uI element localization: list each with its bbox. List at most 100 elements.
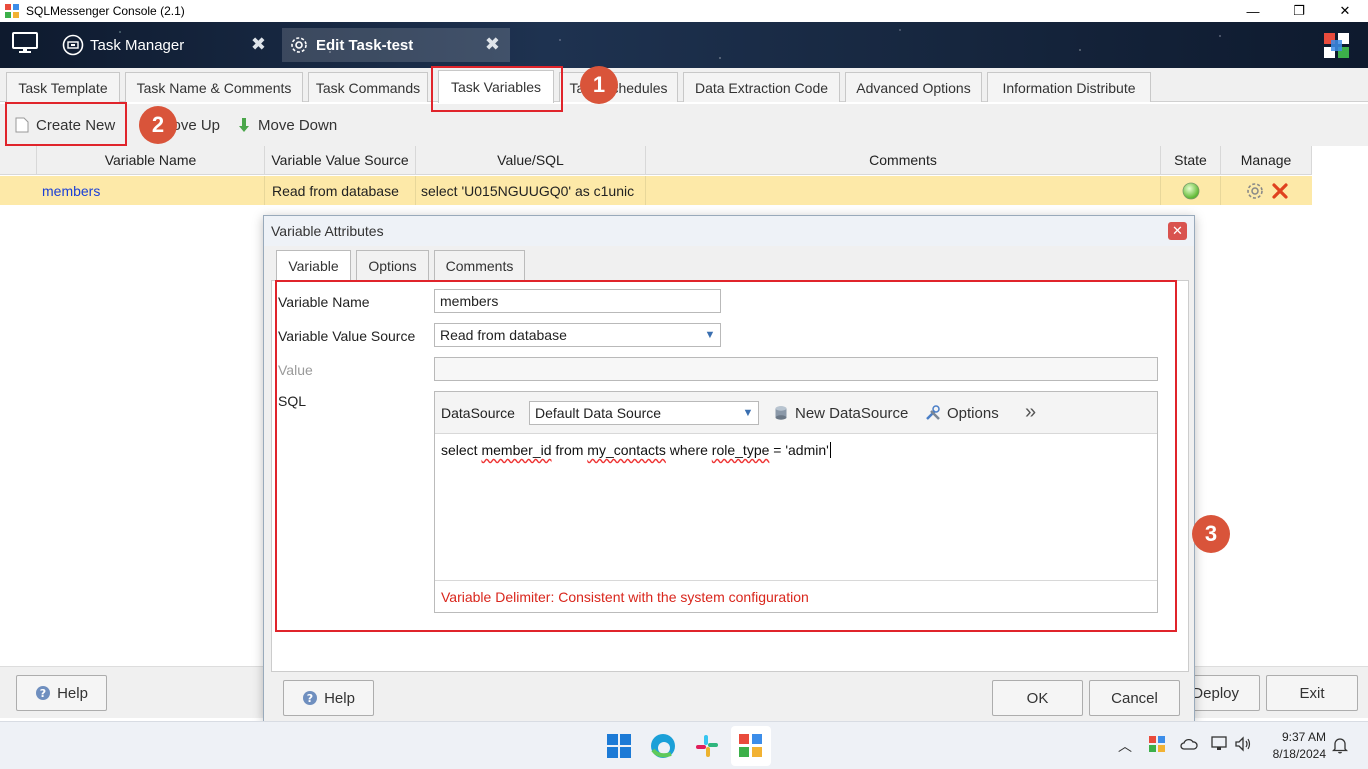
- title-bar: SQLMessenger Console (2.1) — ❐ ✕: [0, 0, 1368, 22]
- variable-name-input[interactable]: members: [434, 289, 721, 313]
- sql-text-part: member_id: [481, 442, 552, 458]
- sql-text-part: from: [551, 442, 588, 458]
- dialog-tab-options[interactable]: Options: [356, 250, 429, 281]
- edge-icon[interactable]: [649, 732, 677, 760]
- slack-icon[interactable]: [693, 732, 721, 760]
- datasource-select[interactable]: Default Data Source ▼: [529, 401, 759, 425]
- tools-icon: [926, 405, 940, 420]
- create-new-button[interactable]: Create New: [14, 112, 115, 138]
- more-chevron-icon[interactable]: »: [1025, 399, 1036, 425]
- help-icon: ?: [36, 686, 51, 700]
- chevron-down-icon: ▼: [704, 329, 716, 341]
- main-help-button[interactable]: ? Help: [16, 675, 107, 711]
- tray-app-icon[interactable]: [1148, 735, 1166, 753]
- row-number-header: [0, 146, 37, 175]
- tab-task-manager[interactable]: Task Manager ✖: [56, 28, 276, 62]
- datasource-label: DataSource: [441, 405, 515, 421]
- column-header-comments[interactable]: Comments: [646, 146, 1161, 175]
- clock-time: 9:37 AM: [1281, 730, 1326, 744]
- tab-task-name-comments[interactable]: Task Name & Comments: [125, 72, 303, 102]
- tab-task-commands[interactable]: Task Commands: [308, 72, 428, 102]
- value-label: Value: [278, 362, 313, 378]
- datasource-value: Default Data Source: [535, 405, 662, 421]
- cell-state: [1161, 176, 1221, 205]
- text-cursor: [829, 442, 831, 458]
- window-title: SQLMessenger Console (2.1): [26, 4, 185, 18]
- svg-text:?: ?: [40, 687, 46, 700]
- tab-advanced-options[interactable]: Advanced Options: [845, 72, 982, 102]
- dialog-help-button[interactable]: ? Help: [283, 680, 374, 716]
- tab-information-distribute[interactable]: Information Distribute: [987, 72, 1151, 102]
- tab-edit-task-label: Edit Task-test: [316, 36, 414, 54]
- close-icon[interactable]: ✖: [251, 34, 266, 55]
- cell-variable-name[interactable]: members: [37, 176, 265, 205]
- main-help-label: Help: [57, 684, 88, 702]
- network-icon[interactable]: [1210, 736, 1228, 752]
- value-source-value: Read from database: [440, 327, 567, 343]
- help-icon: ?: [303, 691, 318, 705]
- windows-start-icon[interactable]: [605, 732, 633, 760]
- dialog-button-bar: ? Help OK Cancel: [264, 672, 1194, 722]
- cell-value-sql[interactable]: select 'U015NGUUGQ0' as c1unic: [416, 176, 646, 205]
- cloud-icon[interactable]: [1180, 737, 1198, 751]
- close-window-button[interactable]: ✕: [1322, 0, 1368, 22]
- move-down-label: Move Down: [258, 116, 338, 134]
- sql-options-button[interactable]: Options: [925, 400, 999, 426]
- notification-bell-icon[interactable]: [1332, 736, 1348, 754]
- column-header-state[interactable]: State: [1161, 146, 1221, 175]
- status-green-icon: [1182, 182, 1199, 199]
- dialog-title: Variable Attributes: [264, 216, 1194, 246]
- column-header-value-source[interactable]: Variable Value Source: [265, 146, 416, 175]
- cancel-button[interactable]: Cancel: [1089, 680, 1180, 716]
- cell-value-source[interactable]: Read from database: [265, 176, 416, 205]
- sql-text-area[interactable]: select member_id from my_contacts where …: [441, 442, 831, 458]
- settings-gear-icon[interactable]: [1245, 181, 1265, 201]
- clock[interactable]: 9:37 AM 8/18/2024: [1273, 729, 1326, 763]
- dialog-close-button[interactable]: ✕: [1168, 222, 1187, 240]
- sql-text-part: my_contacts: [587, 442, 666, 458]
- windows-taskbar: ︿ 9:37 AM 8/18/2024: [0, 721, 1368, 769]
- gear-icon: [291, 37, 307, 53]
- maximize-button[interactable]: ❐: [1276, 0, 1322, 22]
- value-input[interactable]: [434, 357, 1158, 381]
- column-header-variable-name[interactable]: Variable Name: [37, 146, 265, 175]
- svg-text:?: ?: [307, 692, 313, 705]
- minimize-button[interactable]: —: [1230, 0, 1276, 22]
- clock-date: 8/18/2024: [1272, 747, 1326, 761]
- sql-text-part: role_type: [711, 442, 770, 458]
- ok-button[interactable]: OK: [992, 680, 1083, 716]
- arrow-down-icon: [239, 118, 249, 132]
- delete-x-icon[interactable]: [1271, 182, 1289, 200]
- annotation-badge-2: 2: [139, 106, 177, 144]
- cell-comments[interactable]: [646, 176, 1161, 205]
- annotation-badge-1: 1: [580, 66, 618, 104]
- tab-task-template[interactable]: Task Template: [6, 72, 120, 102]
- sql-text-part: where: [665, 442, 712, 458]
- volume-icon[interactable]: [1234, 736, 1252, 752]
- sql-label: SQL: [278, 393, 307, 409]
- table-row[interactable]: members Read from database select 'U015N…: [0, 176, 1312, 205]
- app-icon: [5, 4, 19, 18]
- move-down-button[interactable]: Move Down: [236, 112, 337, 138]
- tab-task-variables[interactable]: Task Variables: [438, 70, 554, 103]
- cell-manage: [1221, 176, 1312, 205]
- dialog-tab-comments[interactable]: Comments: [434, 250, 525, 281]
- database-icon: [775, 406, 787, 420]
- variable-name-label: Variable Name: [278, 294, 370, 310]
- value-source-select[interactable]: Read from database ▼: [434, 323, 721, 347]
- column-header-manage[interactable]: Manage: [1221, 146, 1312, 175]
- tab-edit-task[interactable]: Edit Task-test ✖: [282, 28, 510, 62]
- monitor-icon[interactable]: [12, 32, 38, 54]
- sql-editor-box: DataSource Default Data Source ▼ New Dat…: [434, 391, 1158, 613]
- column-header-value-sql[interactable]: Value/SQL: [416, 146, 646, 175]
- taskbar-active-app[interactable]: [731, 726, 771, 766]
- close-icon[interactable]: ✖: [485, 34, 500, 55]
- dialog-tab-variable[interactable]: Variable: [276, 250, 351, 281]
- tab-task-schedules[interactable]: Task Schedules: [559, 72, 678, 102]
- new-datasource-button[interactable]: New DataSource: [773, 400, 908, 426]
- sqlmessenger-icon: [739, 734, 762, 757]
- show-hidden-icons[interactable]: ︿: [1118, 736, 1132, 756]
- sql-toolbar: DataSource Default Data Source ▼ New Dat…: [435, 392, 1157, 434]
- tab-data-extraction-code[interactable]: Data Extraction Code: [683, 72, 840, 102]
- exit-button[interactable]: Exit: [1266, 675, 1358, 711]
